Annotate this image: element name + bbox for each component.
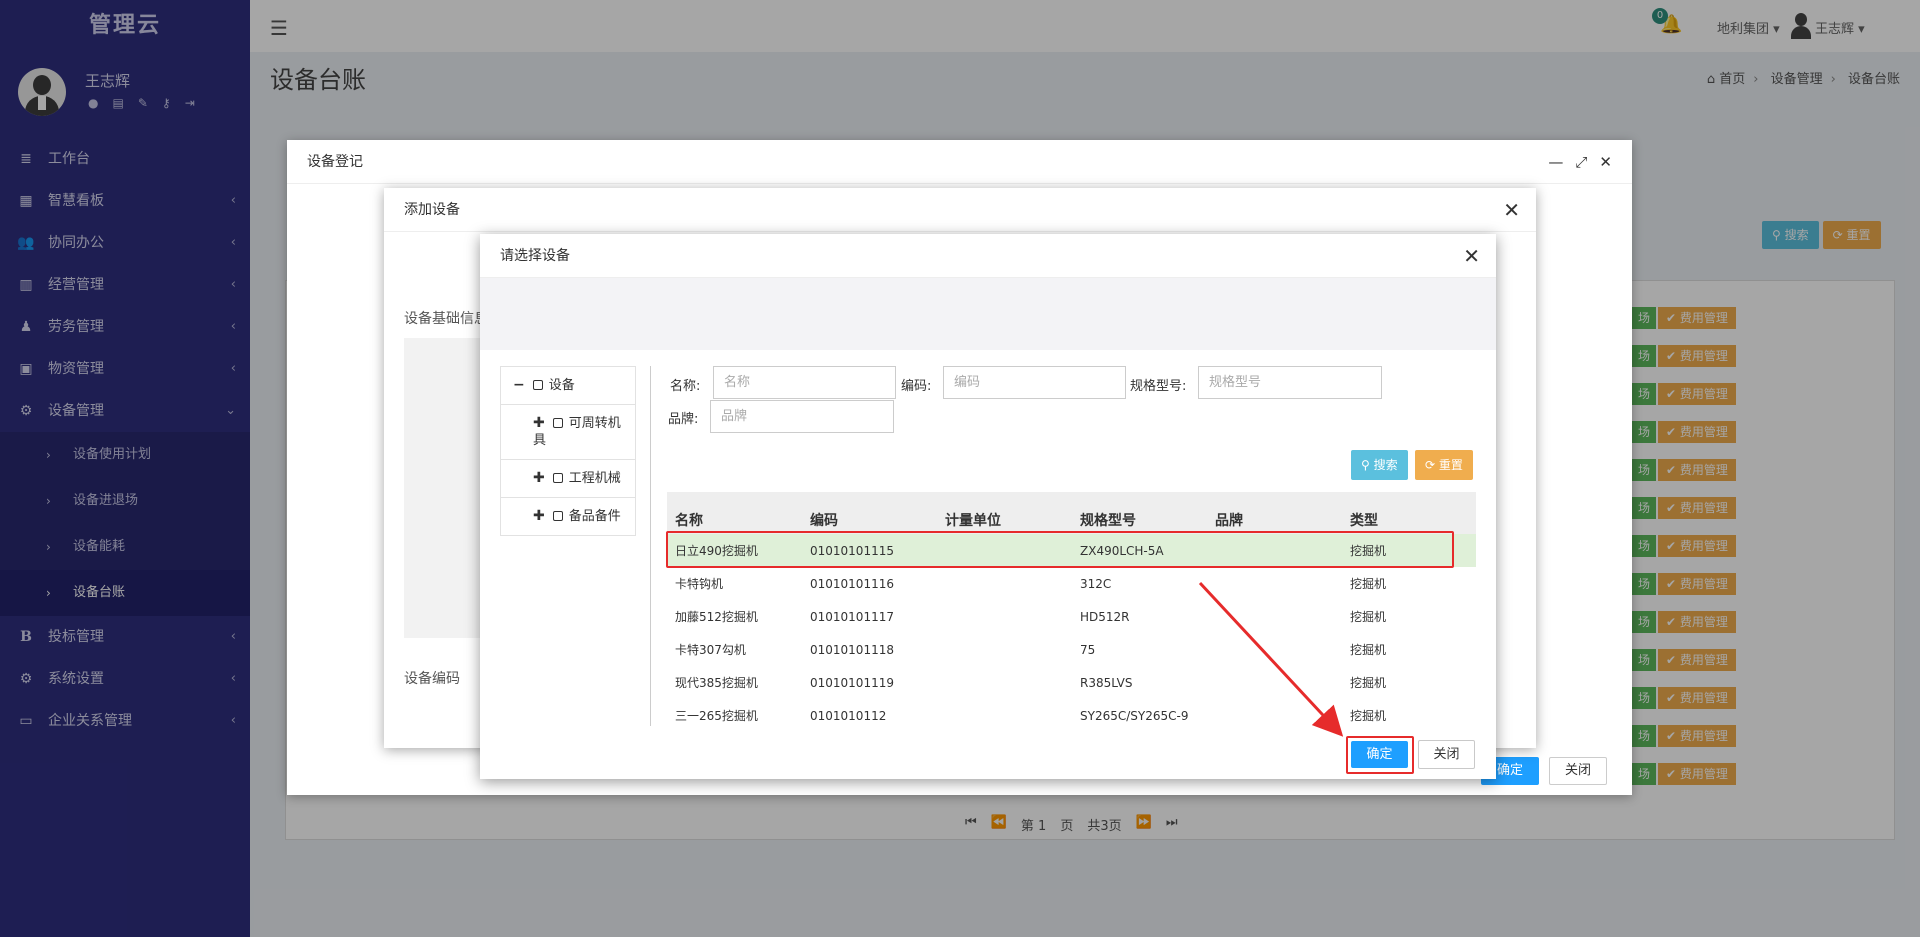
brand-input[interactable] (710, 400, 894, 433)
table-row[interactable]: 三一265挖掘机 0101010112 SY265C/SY265C-9 挖掘机 (667, 699, 1476, 732)
dialog-header: 请选择设备 ✕ (480, 234, 1496, 278)
checkbox-icon (552, 473, 563, 483)
dialog-header: 添加设备 ✕ (384, 188, 1536, 232)
code-input[interactable] (943, 366, 1126, 399)
equipment-table: 名称 编码 计量单位 规格型号 品牌 类型 日立490挖掘机 0101010111… (667, 492, 1476, 732)
dialog-select-equipment: 请选择设备 ✕ −设备 ✚可周转机具 ✚工程机械 ✚备品备件 名称: 编码: 规… (480, 234, 1496, 779)
table-header: 名称 编码 计量单位 规格型号 品牌 类型 (667, 492, 1476, 534)
expand-icon: ✚ (533, 415, 545, 431)
expand-icon: ✚ (533, 508, 545, 524)
search-button[interactable]: ⚲ 搜索 (1351, 450, 1408, 480)
checkbox-icon (552, 418, 563, 428)
maximize-icon[interactable]: ⤢ (1575, 140, 1587, 184)
refresh-icon: ⟳ (1425, 458, 1436, 472)
section-label: 设备基础信息 (404, 311, 488, 327)
model-input[interactable] (1198, 366, 1382, 399)
close-button[interactable]: 关闭 (1418, 740, 1475, 769)
minimize-icon[interactable]: — (1548, 140, 1563, 184)
dialog-footer: 确定 关闭 (1481, 757, 1607, 785)
tree-node[interactable]: − 设备 (500, 366, 636, 404)
reset-button[interactable]: ⟳ 重置 (1415, 450, 1473, 480)
checkbox-icon (552, 511, 563, 521)
close-button[interactable]: 关闭 (1549, 757, 1607, 785)
code-label: 编码: (901, 379, 932, 394)
search-icon: ⚲ (1361, 458, 1370, 472)
tree-node[interactable]: ✚ 备品备件 (500, 497, 636, 536)
model-label: 规格型号: (1130, 379, 1187, 394)
checkbox-icon (532, 380, 543, 390)
tree-node[interactable]: ✚ 可周转机具 (500, 404, 636, 459)
close-icon[interactable]: ✕ (1463, 234, 1480, 278)
table-row[interactable]: 现代385挖掘机 01010101119 R385LVS 挖掘机 (667, 666, 1476, 699)
table-row[interactable]: 卡特307勾机 01010101118 75 挖掘机 (667, 633, 1476, 666)
table-row[interactable]: 加藤512挖掘机 01010101117 HD512R 挖掘机 (667, 600, 1476, 633)
tree-node[interactable]: ✚ 工程机械 (500, 459, 636, 497)
brand-label: 品牌: (668, 412, 699, 427)
dialog-header: 设备登记 — ⤢ ✕ (287, 140, 1632, 184)
table-row[interactable]: 卡特钩机 01010101116 312C 挖掘机 (667, 567, 1476, 600)
section-label: 设备编码 (404, 671, 460, 687)
confirm-button[interactable]: 确定 (1351, 741, 1408, 768)
expand-icon: ✚ (533, 470, 545, 486)
name-input[interactable] (713, 366, 896, 399)
close-icon[interactable]: ✕ (1503, 188, 1520, 232)
collapse-icon: − (513, 377, 525, 393)
category-tree: − 设备 ✚ 可周转机具 ✚ 工程机械 ✚ 备品备件 (500, 366, 636, 536)
close-icon[interactable]: ✕ (1599, 140, 1612, 184)
name-label: 名称: (670, 379, 701, 394)
highlight-selected-row (666, 531, 1454, 568)
